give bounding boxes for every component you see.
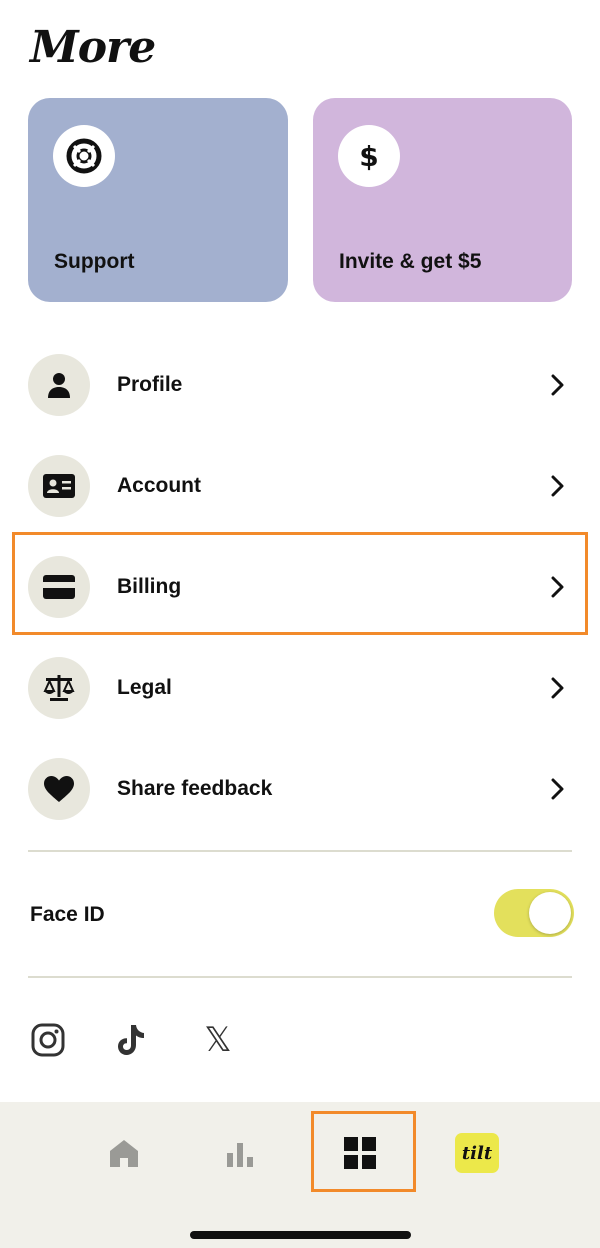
stats-icon — [227, 1143, 253, 1167]
heart-icon — [28, 758, 90, 820]
invite-label: Invite & get $5 — [339, 250, 482, 273]
home-icon — [110, 1140, 138, 1167]
tab-bar — [0, 1102, 600, 1248]
dollar-icon: $ — [338, 125, 400, 187]
chevron-right-icon — [546, 676, 570, 700]
chevron-right-icon — [546, 777, 570, 801]
menu-item-label: Profile — [117, 373, 183, 396]
face-id-toggle[interactable] — [494, 889, 574, 937]
menu-item-label: Account — [117, 474, 201, 497]
lifebuoy-icon — [53, 125, 115, 187]
chevron-right-icon — [546, 474, 570, 498]
menu-item-label: Share feedback — [117, 777, 273, 800]
person-icon — [28, 354, 90, 416]
tab-tilt[interactable]: tilt — [452, 1128, 502, 1178]
menu-item-legal[interactable]: Legal — [28, 656, 574, 720]
tab-stats[interactable] — [216, 1128, 266, 1178]
support-card[interactable]: Support — [28, 98, 288, 302]
menu-item-share-feedback[interactable]: Share feedback — [28, 757, 574, 821]
divider — [28, 850, 572, 852]
billing-highlight — [12, 532, 588, 635]
x-icon[interactable]: 𝕏 — [198, 1020, 238, 1060]
scales-icon — [28, 657, 90, 719]
face-id-label: Face ID — [30, 903, 105, 926]
x-glyph: 𝕏 — [204, 1020, 232, 1060]
id-card-icon — [28, 455, 90, 517]
divider — [28, 976, 572, 978]
chevron-right-icon — [546, 373, 570, 397]
dollar-glyph: $ — [359, 139, 379, 173]
instagram-icon[interactable] — [28, 1020, 68, 1060]
tiktok-icon[interactable] — [112, 1020, 152, 1060]
toggle-knob — [529, 892, 571, 934]
menu-item-profile[interactable]: Profile — [28, 353, 574, 417]
tilt-logo: tilt — [455, 1133, 499, 1173]
more-tab-highlight — [311, 1111, 416, 1192]
menu-item-label: Legal — [117, 676, 172, 699]
tab-home[interactable] — [99, 1128, 149, 1178]
home-indicator — [190, 1231, 411, 1239]
menu-item-account[interactable]: Account — [28, 454, 574, 518]
support-label: Support — [54, 250, 135, 273]
page-title: More — [30, 22, 156, 73]
invite-card[interactable]: $ Invite & get $5 — [313, 98, 572, 302]
